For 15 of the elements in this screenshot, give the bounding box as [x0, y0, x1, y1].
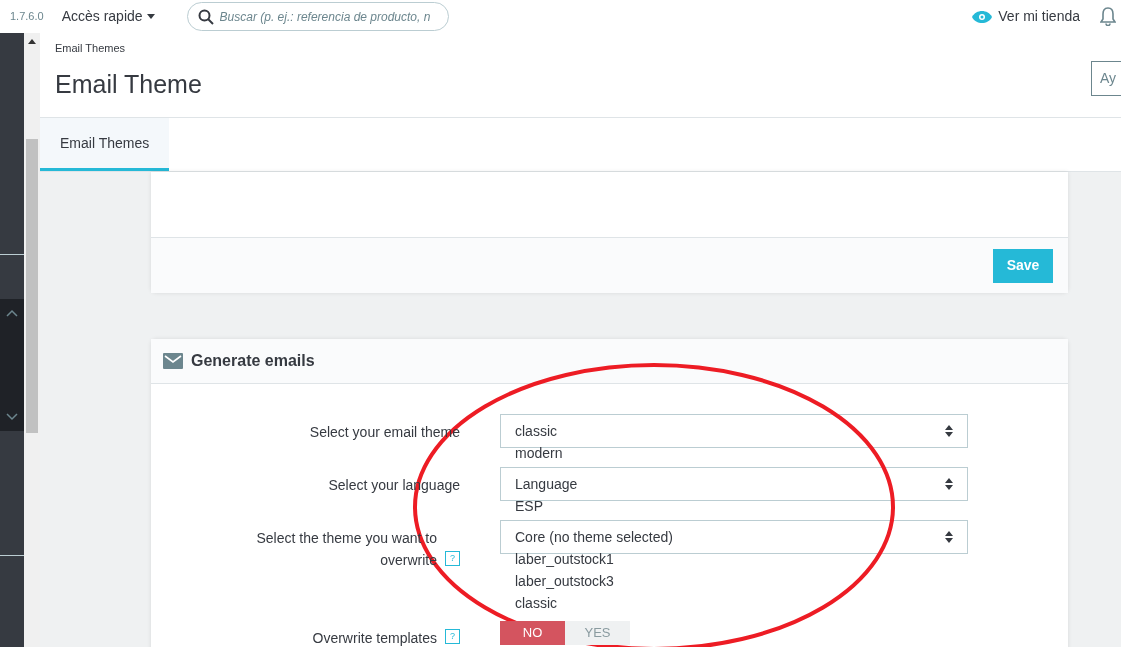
option-text: laber_outstock3: [515, 572, 615, 591]
field-label: Overwrite templates: [312, 629, 437, 647]
help-button[interactable]: Ay: [1091, 61, 1121, 96]
view-store-link[interactable]: Ver mi tienda: [972, 6, 1080, 27]
version-text: 1.7.6.0: [10, 9, 44, 25]
select-field[interactable]: Core (no theme selected): [500, 520, 968, 554]
option-text: classic: [515, 594, 558, 613]
switch-option[interactable]: NO: [500, 621, 565, 645]
quick-access-menu[interactable]: Accès rapide: [61, 6, 155, 27]
page-title: Email Theme: [55, 68, 203, 100]
select-field[interactable]: classic: [500, 414, 968, 448]
breadcrumb[interactable]: Email Themes: [55, 40, 1091, 57]
card-title: Generate emails: [191, 351, 315, 371]
select-field[interactable]: Language: [500, 467, 968, 501]
tab[interactable]: Email Themes: [40, 118, 170, 171]
